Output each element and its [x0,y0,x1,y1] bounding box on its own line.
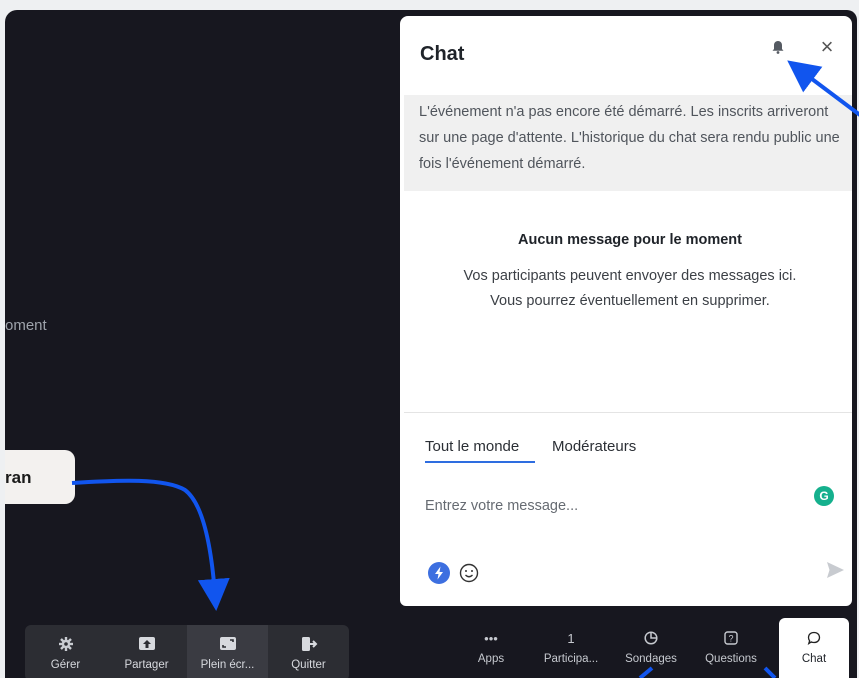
apps-button[interactable]: ••• Apps [451,618,531,678]
active-tab-indicator [425,461,535,463]
divider [404,412,852,413]
pie-icon [644,631,658,645]
quit-label: Quitter [291,658,326,671]
close-icon[interactable]: × [818,36,836,58]
bell-icon[interactable] [769,38,787,56]
stage-text: oment [5,317,47,334]
apps-label: Apps [477,653,505,665]
questions-button[interactable]: ? Questions [691,618,771,678]
svg-text:?: ? [728,634,733,644]
fullscreen-button[interactable]: Plein écr... [187,625,268,678]
empty-state-body: Vos participants peuvent envoyer des mes… [425,264,835,314]
chat-tab-button[interactable]: Chat [779,618,849,678]
tab-moderators[interactable]: Modérateurs [552,438,636,455]
question-icon: ? [724,631,738,645]
empty-state-line: Vous pourrez éventuellement en supprimer… [490,293,770,309]
tooltip-callout: ran [5,450,75,504]
chat-bubble-icon [807,631,821,645]
callout-text: ran [5,468,32,487]
fullscreen-icon [219,636,237,652]
participants-button[interactable]: 1 Participa... [531,618,611,678]
more-icon: ••• [484,630,498,646]
emoji-icon[interactable] [458,562,480,584]
exit-icon [300,636,318,652]
share-label: Partager [124,658,169,671]
polls-label: Sondages [625,653,677,665]
lightning-icon[interactable] [428,562,450,584]
share-button[interactable]: Partager [106,625,187,678]
send-icon[interactable] [824,559,846,581]
manage-button[interactable]: Gérer [25,625,106,678]
chat-title: Chat [420,43,465,65]
side-panel-bar: ••• Apps 1 Participa... Sondages ? Quest… [451,618,857,678]
polls-button[interactable]: Sondages [611,618,691,678]
participant-count: 1 [567,630,575,646]
grammarly-icon[interactable]: G [814,486,834,506]
quit-button[interactable]: Quitter [268,625,349,678]
gear-icon [57,636,75,652]
host-toolbar: Gérer Partager Plein écr... Quitter [25,625,349,678]
tab-everyone[interactable]: Tout le monde [425,438,519,455]
empty-state-line: Vos participants peuvent envoyer des mes… [463,268,797,284]
manage-label: Gérer [50,658,81,671]
questions-label: Questions [705,653,757,665]
chat-tab-label: Chat [801,653,827,665]
empty-state-title: Aucun message pour le moment [518,232,742,248]
share-screen-icon [138,636,156,652]
event-not-started-notice: L'événement n'a pas encore été démarré. … [404,95,852,191]
fullscreen-label: Plein écr... [200,658,255,671]
message-input[interactable] [425,498,785,514]
chat-panel: Chat × L'événement n'a pas encore été dé… [400,16,852,606]
participants-label: Participa... [543,653,599,665]
